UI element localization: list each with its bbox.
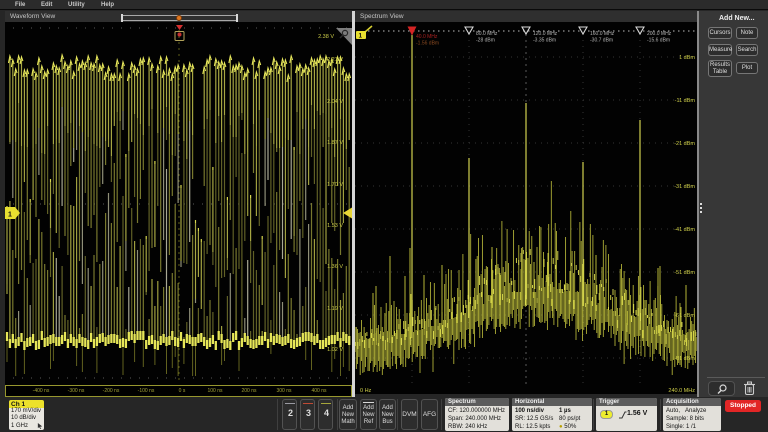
svg-text:-41 dBm: -41 dBm: [674, 227, 695, 233]
svg-text:1: 1: [359, 33, 363, 40]
svg-text:-30.7 dBm: -30.7 dBm: [590, 38, 613, 44]
svg-text:-11 dBm: -11 dBm: [675, 98, 696, 104]
svg-text:160.0 MHz: 160.0 MHz: [590, 31, 615, 37]
svg-text:2.38 V: 2.38 V: [318, 34, 334, 40]
svg-text:-1.56 dBm: -1.56 dBm: [416, 41, 439, 47]
svg-text:-15.6 dBm: -15.6 dBm: [647, 38, 670, 44]
svg-text:1: 1: [8, 212, 12, 219]
svg-text:-3.35 dBm: -3.35 dBm: [533, 38, 556, 44]
svg-text:80.0 MHz: 80.0 MHz: [476, 31, 498, 37]
svg-text:-21 dBm: -21 dBm: [674, 141, 695, 147]
svg-text:-51 dBm: -51 dBm: [674, 270, 695, 276]
svg-text:1.70 V: 1.70 V: [327, 182, 343, 188]
svg-text:40.0 MHz: 40.0 MHz: [416, 34, 438, 40]
svg-text:1.02 V: 1.02 V: [327, 347, 343, 353]
svg-text:1.19 V: 1.19 V: [327, 306, 343, 312]
svg-text:1.53 V: 1.53 V: [327, 223, 343, 229]
svg-text:2.04 V: 2.04 V: [327, 99, 343, 105]
svg-text:240.0 MHz: 240.0 MHz: [668, 388, 695, 394]
svg-text:200.0 MHz: 200.0 MHz: [647, 31, 672, 37]
svg-text:1.36 V: 1.36 V: [327, 264, 343, 270]
svg-text:2.21 V: 2.21 V: [327, 57, 343, 63]
svg-text:-61 dBm: -61 dBm: [674, 313, 695, 319]
svg-text:1 dBm: 1 dBm: [679, 55, 695, 61]
svg-text:0 Hz: 0 Hz: [360, 388, 372, 394]
svg-text:-81 dBm: -81 dBm: [674, 356, 695, 362]
svg-text:120.0 MHz: 120.0 MHz: [533, 31, 558, 37]
svg-text:-28 dBm: -28 dBm: [476, 38, 495, 44]
svg-text:-31 dBm: -31 dBm: [674, 184, 695, 190]
svg-text:1.87 V: 1.87 V: [327, 140, 343, 146]
